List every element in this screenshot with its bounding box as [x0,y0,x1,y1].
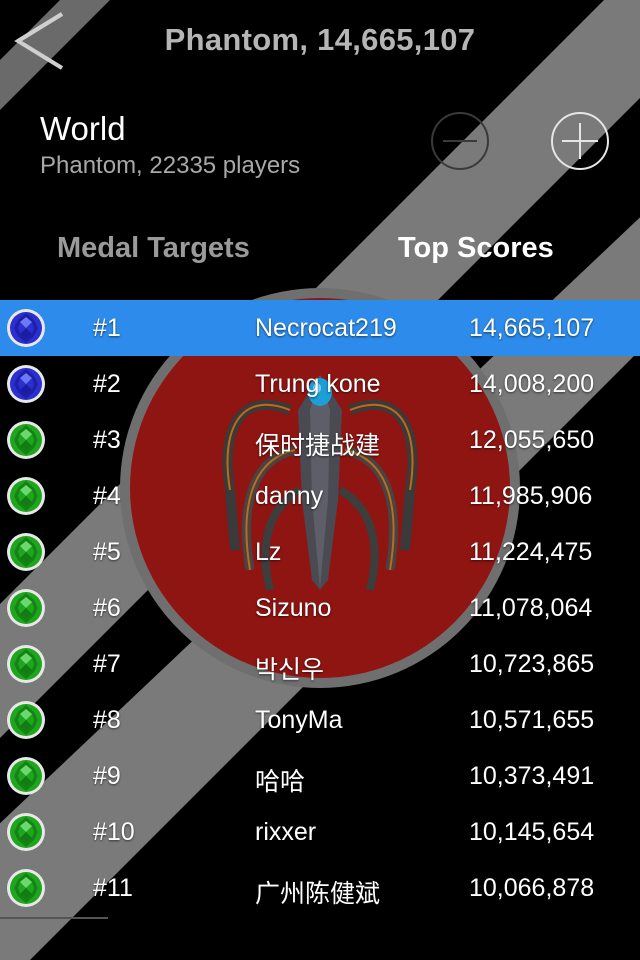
leaderboard-row[interactable]: #1 Necrocat219 14,665,107 [0,300,640,356]
divider [0,917,108,919]
leaderboard-row[interactable]: #9 哈哈 10,373,491 [0,748,640,804]
green-medal-icon [6,532,46,572]
rank-label: #8 [93,706,121,734]
score-value: 10,066,878 [469,874,595,902]
leaderboard-row[interactable]: #8 TonyMa 10,571,655 [0,692,640,748]
zoom-out-button[interactable] [431,112,489,170]
tab-top-scores[interactable]: Top Scores [398,232,554,265]
player-name: 广州陈健斌 [255,880,381,908]
rank-label: #2 [93,370,121,398]
player-name: 哈哈 [255,768,306,796]
score-value: 10,571,655 [469,706,595,734]
player-name: 박신우 [255,656,325,684]
score-value: 11,985,906 [469,482,593,510]
rank-label: #1 [93,314,121,342]
zoom-in-button[interactable] [551,112,609,170]
leaderboard-row[interactable]: #3 保时捷战建 12,055,650 [0,412,640,468]
leaderboard-row[interactable]: #11 广州陈健斌 10,066,878 [0,860,640,916]
green-medal-icon [6,588,46,628]
leaderboard-subtitle: Phantom, 22335 players [40,152,301,179]
player-name: Trung kone [255,370,381,398]
green-medal-icon [6,812,46,852]
leaderboard-row[interactable]: #10 rixxer 10,145,654 [0,804,640,860]
player-name: danny [255,482,324,510]
player-name: rixxer [255,818,317,846]
rank-label: #11 [93,874,133,902]
leaderboard-row[interactable]: #6 Sizuno 11,078,064 [0,580,640,636]
player-name: Necrocat219 [255,314,397,342]
rank-label: #9 [93,762,121,790]
score-value: 10,145,654 [469,818,595,846]
green-medal-icon [6,644,46,684]
leaderboard-title: World [40,110,126,147]
leaderboard-list: #1 Necrocat219 14,665,107 #2 Trung kone 14,00… [0,300,640,916]
player-name: 保时捷战建 [255,432,381,460]
rank-label: #4 [93,482,121,510]
score-value: 11,078,064 [469,594,593,622]
score-value: 10,723,865 [469,650,595,678]
leaderboard-row[interactable]: #4 danny 11,985,906 [0,468,640,524]
score-value: 14,008,200 [469,370,595,398]
plus-icon [562,123,598,159]
leaderboard-row[interactable]: #2 Trung kone 14,008,200 [0,356,640,412]
score-value: 11,224,475 [469,538,593,566]
page-title: Phantom, 14,665,107 [164,22,476,57]
rank-label: #7 [93,650,121,678]
player-name: TonyMa [255,706,343,734]
player-name: Sizuno [255,594,332,622]
green-medal-icon [6,756,46,796]
blue-medal-icon [6,308,46,348]
score-value: 10,373,491 [469,762,595,790]
green-medal-icon [6,700,46,740]
rank-label: #10 [93,818,135,846]
player-name: Lz [255,538,282,566]
tab-medal-targets[interactable]: Medal Targets [57,232,250,265]
rank-label: #6 [93,594,121,622]
green-medal-icon [6,476,46,516]
leaderboard-row[interactable]: #5 Lz 11,224,475 [0,524,640,580]
score-value: 14,665,107 [469,314,595,342]
rank-label: #3 [93,426,121,454]
green-medal-icon [6,868,46,908]
green-medal-icon [6,420,46,460]
minus-icon [443,140,477,142]
score-value: 12,055,650 [469,426,595,454]
leaderboard-row[interactable]: #7 박신우 10,723,865 [0,636,640,692]
rank-label: #5 [93,538,121,566]
blue-medal-icon [6,364,46,404]
